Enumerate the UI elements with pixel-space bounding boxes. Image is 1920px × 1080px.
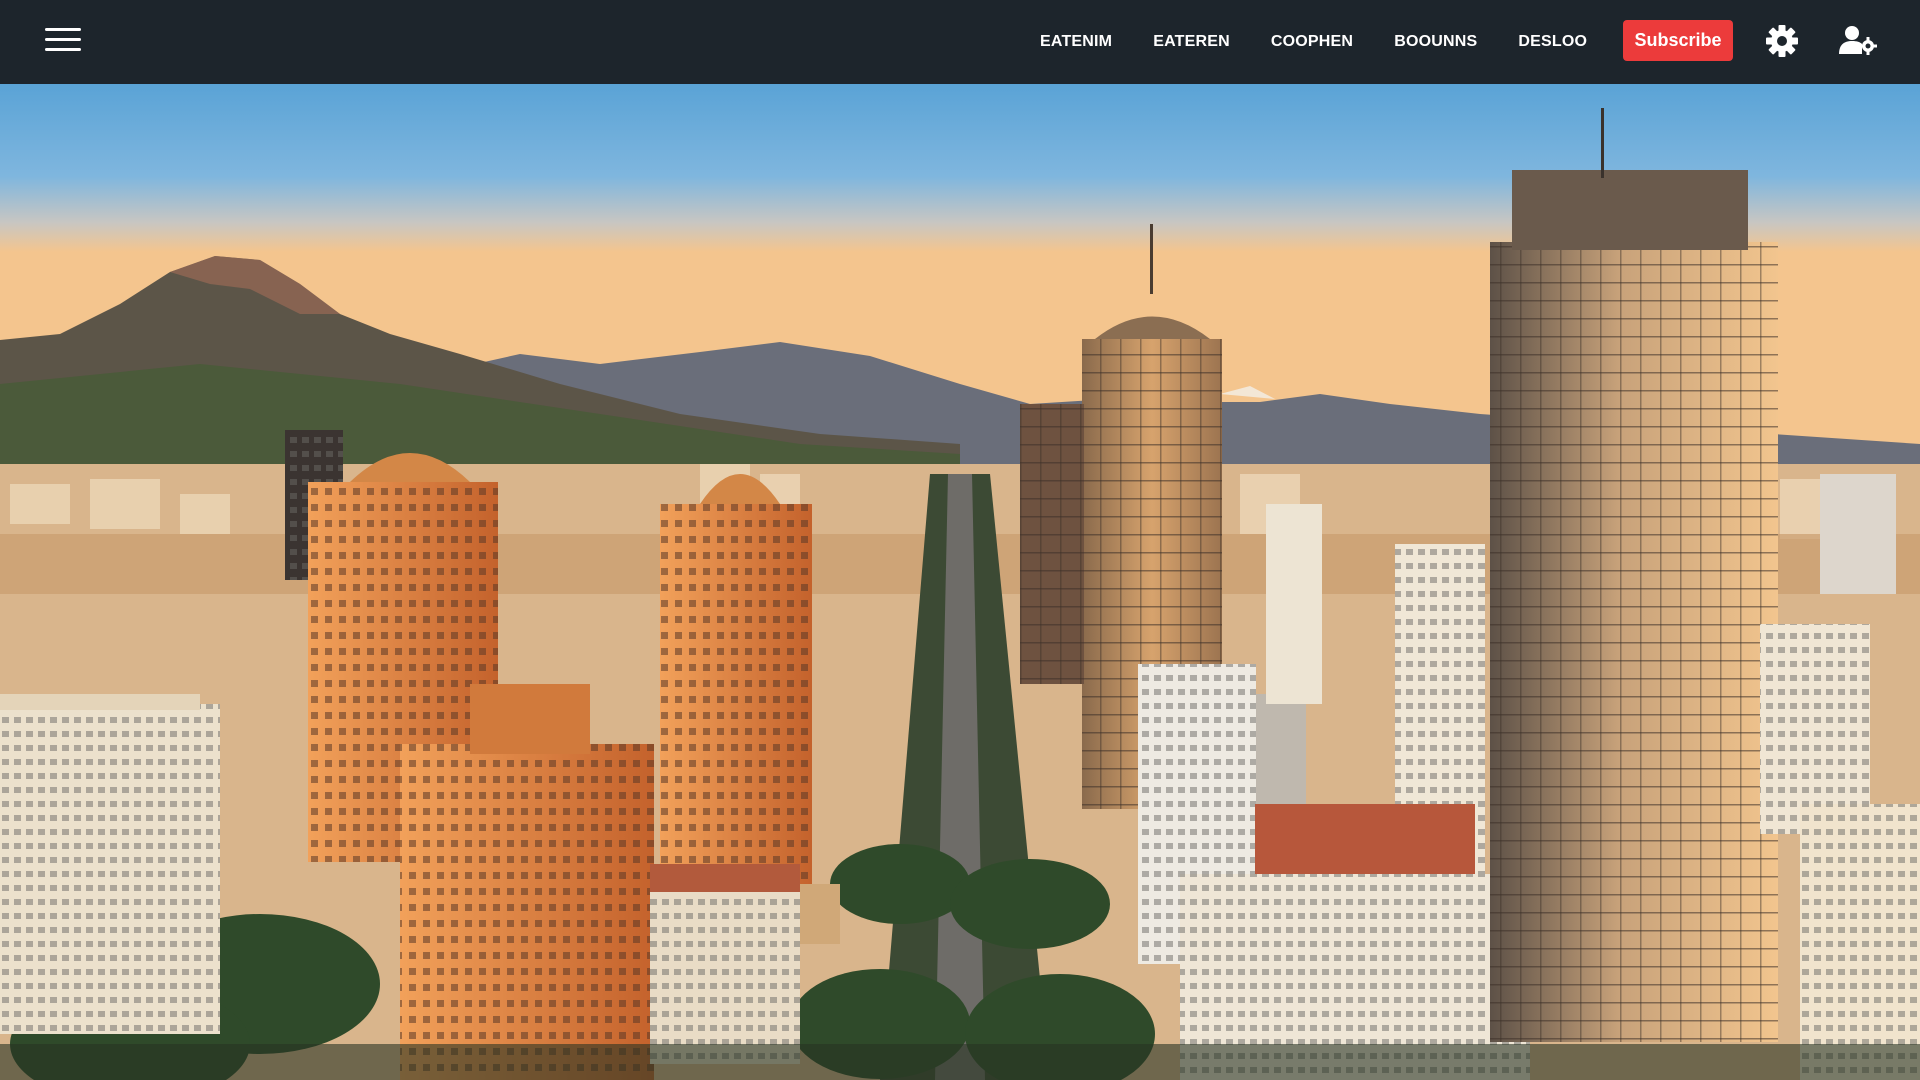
top-navigation-bar: EATENIM EATEREN COOPHEN BOOUNNS DESLOO S… [0,0,1920,84]
user-settings-icon[interactable] [1836,20,1878,62]
main-nav: EATENIM EATEREN COOPHEN BOOUNNS DESLOO [1040,0,1628,84]
hamburger-menu-icon[interactable] [40,22,86,58]
nav-item-5[interactable]: DESLOO [1518,33,1587,51]
city-skyline-illustration [0,84,1920,1080]
nav-item-4[interactable]: BOOUNNS [1394,33,1477,51]
nav-item-1[interactable]: EATENIM [1040,33,1112,51]
hero-image-city-skyline [0,84,1920,1080]
subscribe-button[interactable]: Subscribe [1623,20,1733,61]
nav-item-2[interactable]: EATEREN [1153,33,1230,51]
gear-icon[interactable] [1761,20,1803,62]
nav-item-3[interactable]: COOPHEN [1271,33,1353,51]
